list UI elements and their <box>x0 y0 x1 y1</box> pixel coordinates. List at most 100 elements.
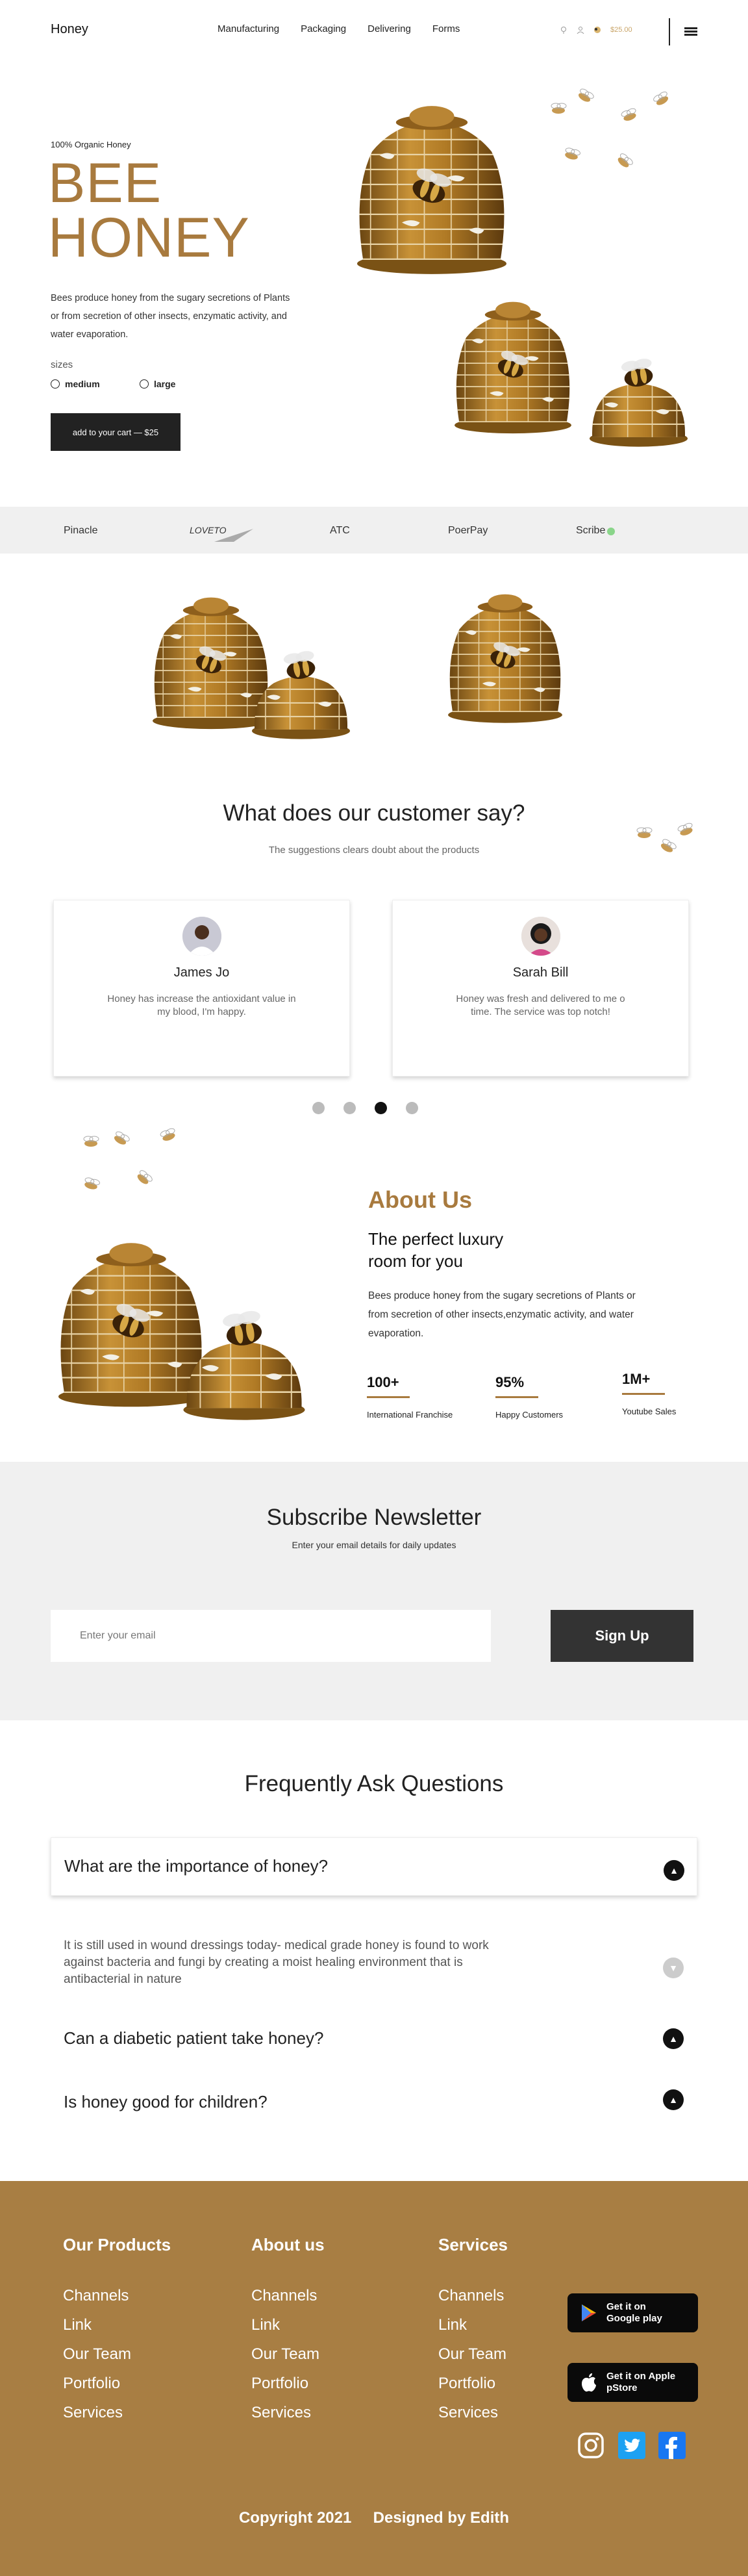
hero-title: BEE HONEY <box>48 152 308 266</box>
faq-question[interactable]: Is honey good for children? <box>64 2092 268 2112</box>
copyright: Copyright 2021 Designed by Edith <box>238 2509 510 2527</box>
signup-button[interactable]: Sign Up <box>551 1610 693 1662</box>
faq-title: Frequently Ask Questions <box>244 1771 504 1796</box>
footer-link[interactable]: Portfolio <box>251 2369 325 2398</box>
radio-icon[interactable] <box>51 379 60 389</box>
carousel-dot[interactable] <box>343 1102 356 1114</box>
newsletter-subtitle: Enter your email details for daily updat… <box>292 1540 456 1550</box>
stat-customers: 95% Happy Customers <box>495 1374 563 1420</box>
nav-link-packaging[interactable]: Packaging <box>301 23 346 34</box>
twitter-icon[interactable] <box>618 2432 645 2459</box>
location-icon[interactable] <box>560 26 567 34</box>
footer-link[interactable]: Services <box>438 2398 508 2427</box>
add-to-cart-button[interactable]: add to your cart — $25 <box>51 413 181 451</box>
stat-sales: 1M+ Youtube Sales <box>622 1371 676 1416</box>
footer-link[interactable]: Channels <box>251 2281 325 2310</box>
footer-heading: About us <box>251 2235 325 2254</box>
footer-link[interactable]: Our Team <box>438 2340 508 2369</box>
stat-value: 100+ <box>367 1374 399 1390</box>
menu-icon[interactable] <box>684 27 697 36</box>
flying-bees-small-illustration <box>636 822 695 855</box>
footer-link[interactable]: Services <box>251 2398 325 2427</box>
testimonial-name: Sarah Bill <box>512 965 569 980</box>
testimonial-name: James Jo <box>173 965 230 980</box>
about-flying-bees-illustration <box>82 1127 178 1192</box>
footer-link[interactable]: Link <box>63 2310 171 2340</box>
footer-link[interactable]: Channels <box>63 2281 171 2310</box>
footer-link[interactable]: Channels <box>438 2281 508 2310</box>
faq-question[interactable]: What are the importance of honey? <box>64 1856 328 1876</box>
scribe-dot-icon <box>607 528 615 535</box>
brand-logo[interactable]: Honey <box>51 22 88 37</box>
about-honey-pots-image <box>55 1234 341 1429</box>
cart-icon[interactable] <box>593 26 601 34</box>
stat-label: International Franchise <box>367 1410 453 1420</box>
avatar <box>182 917 221 956</box>
nav-link-delivering[interactable]: Delivering <box>368 23 411 34</box>
about-description: Bees produce honey from the sugary secre… <box>368 1290 636 1339</box>
footer-link[interactable]: Our Team <box>251 2340 325 2369</box>
carousel-dots <box>312 1102 418 1114</box>
instagram-icon[interactable] <box>577 2432 605 2459</box>
brand-scribe: Scribe <box>576 525 606 536</box>
avatar <box>521 917 560 956</box>
faq-item[interactable]: Is honey good for children? ▲ <box>51 2089 697 2118</box>
email-input[interactable] <box>51 1610 491 1662</box>
footer-link[interactable]: Link <box>438 2310 508 2340</box>
stat-franchise: 100+ International Franchise <box>367 1374 453 1420</box>
stat-value: 95% <box>495 1374 525 1390</box>
stat-underline <box>622 1393 665 1395</box>
newsletter-section <box>0 1462 748 1720</box>
google-play-button[interactable]: Get it on Google play <box>567 2293 698 2332</box>
product-image-pot-set <box>149 585 370 747</box>
footer-link[interactable]: Portfolio <box>438 2369 508 2398</box>
carousel-dot[interactable] <box>312 1102 325 1114</box>
newsletter-title: Subscribe Newsletter <box>266 1505 482 1530</box>
facebook-icon[interactable] <box>658 2432 686 2459</box>
faq-question[interactable]: Can a diabetic patient take honey? <box>64 2028 323 2048</box>
stat-label: Youtube Sales <box>622 1407 677 1416</box>
user-icon[interactable] <box>577 26 584 34</box>
footer-link[interactable]: Our Team <box>63 2340 171 2369</box>
size-option-medium[interactable]: medium <box>51 379 100 389</box>
top-nav: Honey Manufacturing Packaging Delivering… <box>0 0 748 62</box>
chevron-up-icon[interactable]: ▲ <box>663 2028 684 2049</box>
testimonial-card: Sarah Bill Honey was fresh and delivered… <box>392 900 689 1077</box>
testimonial-quote: Honey was fresh and delivered to me o ti… <box>456 993 625 1017</box>
nav-divider <box>669 18 670 45</box>
hero-title-line1: BEE <box>48 152 162 214</box>
brand-poerpay: PoerPay <box>448 525 488 536</box>
stat-value: 1M+ <box>622 1371 651 1387</box>
footer-link[interactable]: Services <box>63 2398 171 2427</box>
size-option-large[interactable]: large <box>140 379 175 389</box>
nav-icons: $25.00 <box>560 26 632 34</box>
stat-underline <box>495 1396 538 1398</box>
footer-link[interactable]: Portfolio <box>63 2369 171 2398</box>
footer-column-services: Services Channels Link Our Team Portfoli… <box>438 2235 508 2427</box>
about-subtitle: The perfect luxury room for you <box>368 1229 504 1271</box>
brand-strip: Pinacle LOVETO ATC PoerPay Scribe <box>0 507 748 554</box>
chevron-up-icon[interactable]: ▲ <box>663 2089 684 2110</box>
stat-label: Happy Customers <box>495 1410 564 1420</box>
size-option-label: medium <box>65 379 100 389</box>
faq-item-open[interactable]: What are the importance of honey? ▲ <box>51 1837 697 1896</box>
chevron-down-icon[interactable]: ▼ <box>663 1958 684 1978</box>
stat-underline <box>367 1396 410 1398</box>
hero-kicker: 100% Organic Honey <box>51 140 131 149</box>
carousel-dot[interactable] <box>406 1102 418 1114</box>
nav-link-forms[interactable]: Forms <box>432 23 460 34</box>
cart-price: $25.00 <box>610 26 632 34</box>
carousel-dot-active[interactable] <box>375 1102 387 1114</box>
footer-heading: Services <box>438 2235 508 2254</box>
nav-links: Manufacturing Packaging Delivering Forms <box>218 23 460 34</box>
nav-link-manufacturing[interactable]: Manufacturing <box>218 23 279 34</box>
footer-link[interactable]: Link <box>251 2310 325 2340</box>
faq-item[interactable]: Can a diabetic patient take honey? ▲ <box>51 2026 697 2054</box>
testimonial-card: James Jo Honey has increase the antioxid… <box>53 900 350 1077</box>
app-store-button[interactable]: Get it on Apple pStore <box>567 2363 698 2402</box>
size-option-label: large <box>154 379 176 389</box>
apple-icon <box>582 2373 596 2392</box>
radio-icon[interactable] <box>140 379 149 389</box>
app-store-label: Get it on Apple pStore <box>606 2371 676 2393</box>
chevron-up-icon[interactable]: ▲ <box>664 1860 684 1881</box>
